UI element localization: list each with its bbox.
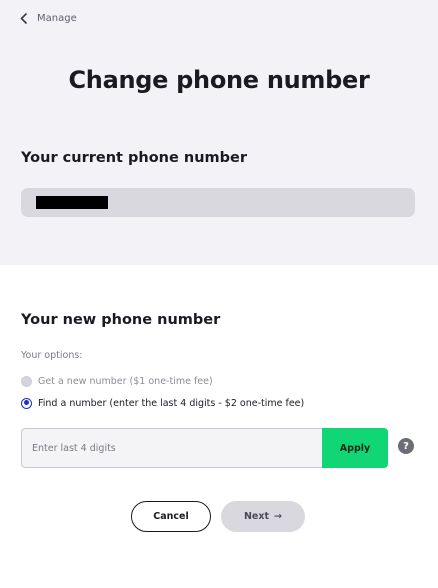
chevron-left-icon	[20, 12, 29, 24]
arrow-right-icon: →	[274, 511, 283, 522]
option-new-number-label: Get a new number ($1 one-time fee)	[38, 375, 213, 387]
back-link-label: Manage	[37, 12, 77, 24]
next-button-label: Next	[243, 511, 270, 522]
options-label: Your options:	[21, 350, 83, 361]
current-number-field	[21, 188, 415, 217]
top-section: Manage Change phone number Your current …	[0, 0, 438, 265]
next-button[interactable]: Next →	[221, 501, 305, 532]
page-title: Change phone number	[68, 66, 370, 94]
last-4-digits-input[interactable]	[21, 428, 323, 468]
option-new-number[interactable]: Get a new number ($1 one-time fee)	[21, 374, 213, 388]
option-find-number-label: Find a number (enter the last 4 digits -…	[38, 397, 305, 409]
apply-button[interactable]: Apply	[322, 428, 388, 468]
redacted-phone-number	[36, 196, 108, 209]
cancel-button[interactable]: Cancel	[131, 501, 211, 532]
radio-button-selected[interactable]	[21, 397, 32, 409]
option-find-number[interactable]: Find a number (enter the last 4 digits -…	[21, 396, 304, 410]
new-number-heading: Your new phone number	[21, 312, 221, 328]
radio-button-disabled[interactable]	[21, 375, 32, 387]
back-link[interactable]: Manage	[20, 10, 77, 26]
help-icon[interactable]: ?	[398, 438, 414, 454]
current-number-heading: Your current phone number	[21, 150, 247, 166]
